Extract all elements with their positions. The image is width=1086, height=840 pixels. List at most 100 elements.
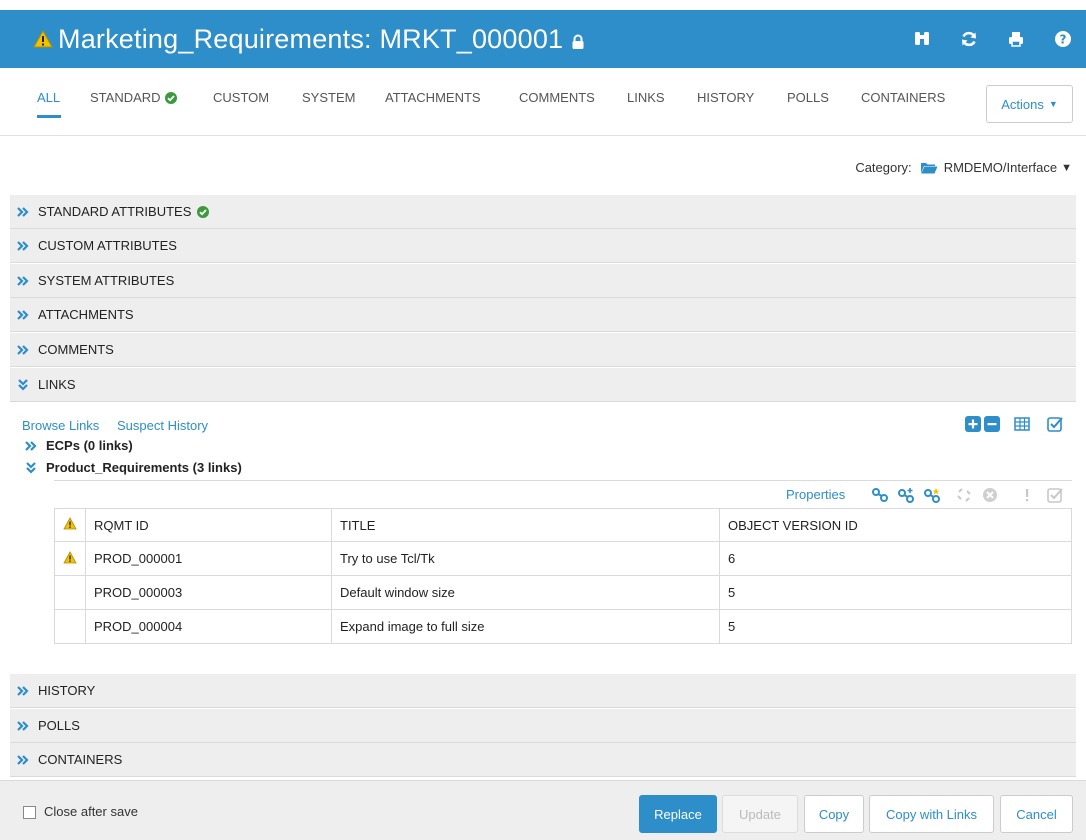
column-header[interactable]: RQMT ID bbox=[85, 508, 332, 542]
properties-link[interactable]: Properties bbox=[786, 487, 845, 502]
suspect-history-link[interactable]: Suspect History bbox=[117, 418, 208, 433]
section-comments[interactable]: COMMENTS bbox=[10, 333, 1076, 367]
table-view-icon[interactable] bbox=[1013, 416, 1031, 432]
replace-button[interactable]: Replace bbox=[639, 795, 717, 833]
link-group-ecps[interactable]: ECPs (0 links) bbox=[22, 438, 133, 453]
tab-label: SYSTEM bbox=[302, 90, 356, 105]
section-label: CONTAINERS bbox=[38, 752, 123, 767]
folder-open-icon bbox=[920, 161, 938, 174]
section-containers[interactable]: CONTAINERS bbox=[10, 743, 1076, 777]
double-chevron-right-icon bbox=[12, 344, 34, 356]
tab-custom[interactable]: CUSTOM bbox=[213, 90, 269, 105]
column-header[interactable]: TITLE bbox=[331, 508, 720, 542]
search-icon[interactable] bbox=[898, 10, 945, 68]
section-label: POLLS bbox=[38, 718, 80, 733]
tab-label: HISTORY bbox=[697, 90, 755, 105]
section-label: STANDARD ATTRIBUTES bbox=[38, 204, 192, 219]
remove-circle-icon bbox=[980, 486, 1000, 504]
section-label: CUSTOM ATTRIBUTES bbox=[38, 238, 177, 253]
tab-attachments[interactable]: ATTACHMENTS bbox=[385, 90, 481, 105]
title-cell: Try to use Tcl/Tk bbox=[331, 541, 720, 576]
copy-button[interactable]: Copy bbox=[804, 795, 864, 833]
print-icon[interactable] bbox=[992, 10, 1039, 68]
link-group-product-requirements[interactable]: Product_Requirements (3 links) bbox=[22, 460, 242, 475]
tab-system[interactable]: SYSTEM bbox=[302, 90, 355, 105]
button-label: Copy with Links bbox=[885, 806, 978, 822]
tab-history[interactable]: HISTORY bbox=[697, 90, 754, 105]
actions-label: Actions bbox=[1001, 96, 1044, 112]
section-history[interactable]: HISTORY bbox=[10, 674, 1076, 708]
tab-standard[interactable]: STANDARD bbox=[90, 90, 177, 107]
button-label: Copy bbox=[818, 806, 850, 822]
checkbox-select-icon[interactable] bbox=[1046, 416, 1064, 432]
check-circle-icon bbox=[164, 92, 177, 107]
section-label: SYSTEM ATTRIBUTES bbox=[38, 273, 175, 288]
double-chevron-right-icon bbox=[12, 685, 34, 697]
close-after-save-checkbox[interactable] bbox=[23, 806, 36, 819]
button-label: Replace bbox=[654, 806, 702, 822]
section-attachments[interactable]: ATTACHMENTS bbox=[10, 298, 1076, 332]
tab-containers[interactable]: CONTAINERS bbox=[861, 90, 945, 105]
link-icon[interactable] bbox=[870, 486, 890, 504]
section-polls[interactable]: POLLS bbox=[10, 709, 1076, 743]
column-header[interactable]: OBJECT VERSION ID bbox=[719, 508, 1072, 542]
link-group-label: ECPs (0 links) bbox=[46, 438, 133, 453]
tab-label: POLLS bbox=[787, 90, 829, 105]
unlink-icon bbox=[954, 486, 974, 504]
warning-icon bbox=[32, 28, 54, 50]
section-system-attributes[interactable]: SYSTEM ATTRIBUTES bbox=[10, 264, 1076, 298]
title-cell: Expand image to full size bbox=[331, 609, 720, 644]
tab-all[interactable]: ALL bbox=[37, 90, 61, 118]
link-add-icon[interactable] bbox=[896, 486, 916, 504]
section-links[interactable]: LINKS bbox=[10, 368, 1076, 402]
tab-comments[interactable]: COMMENTS bbox=[519, 90, 595, 105]
section-label: HISTORY bbox=[38, 683, 96, 698]
lock-icon bbox=[571, 34, 585, 50]
caret-down-icon: ▼ bbox=[1048, 99, 1058, 109]
double-chevron-right-icon bbox=[12, 275, 34, 287]
warning-cell bbox=[54, 609, 86, 644]
section-standard-attributes[interactable]: STANDARD ATTRIBUTES bbox=[10, 195, 1076, 229]
version-cell: 5 bbox=[719, 609, 1072, 644]
actions-button[interactable]: Actions ▼ bbox=[986, 85, 1073, 123]
button-label: Update bbox=[739, 806, 781, 822]
button-label: Cancel bbox=[1016, 806, 1057, 822]
section-label: ATTACHMENTS bbox=[38, 307, 134, 322]
tab-links[interactable]: LINKS bbox=[627, 90, 665, 105]
expand-all-icon[interactable] bbox=[964, 416, 982, 432]
double-chevron-down-icon bbox=[22, 461, 40, 475]
check-circle-icon bbox=[197, 205, 210, 218]
double-chevron-right-icon bbox=[22, 440, 40, 452]
help-icon[interactable]: ? bbox=[1039, 10, 1086, 68]
rqmt-id-cell: PROD_000003 bbox=[85, 575, 332, 610]
footer-bar: Close after save Replace Update Copy Cop… bbox=[0, 780, 1086, 840]
tab-label: STANDARD bbox=[90, 90, 161, 105]
section-label: LINKS bbox=[38, 377, 76, 392]
double-chevron-right-icon bbox=[12, 206, 34, 218]
double-chevron-right-icon bbox=[12, 754, 34, 766]
link-new-icon[interactable] bbox=[922, 486, 942, 504]
close-after-save-label[interactable]: Close after save bbox=[44, 804, 138, 819]
tab-label: ALL bbox=[37, 90, 61, 105]
refresh-icon[interactable] bbox=[945, 10, 992, 68]
collapse-all-icon[interactable] bbox=[983, 416, 1001, 432]
version-cell: 5 bbox=[719, 575, 1072, 610]
section-custom-attributes[interactable]: CUSTOM ATTRIBUTES bbox=[10, 229, 1076, 263]
divider bbox=[54, 480, 1072, 481]
table-row[interactable]: PROD_000001 Try to use Tcl/Tk 6 bbox=[54, 541, 1072, 576]
exclamation-icon bbox=[1020, 486, 1034, 504]
browse-links-link[interactable]: Browse Links bbox=[22, 418, 99, 433]
cancel-button[interactable]: Cancel bbox=[1000, 795, 1073, 833]
tab-bar: ALL STANDARD CUSTOM SYSTEM ATTACHMENTS C… bbox=[0, 68, 1086, 136]
category-value[interactable]: RMDEMO/Interface bbox=[944, 160, 1057, 175]
tab-label: CONTAINERS bbox=[861, 90, 946, 105]
category-selector: Category: RMDEMO/Interface ▼ bbox=[855, 160, 1072, 175]
table-row[interactable]: PROD_000004 Expand image to full size 5 bbox=[54, 609, 1072, 644]
table-row[interactable]: PROD_000003 Default window size 5 bbox=[54, 575, 1072, 610]
copy-with-links-button[interactable]: Copy with Links bbox=[869, 795, 994, 833]
caret-down-icon[interactable]: ▼ bbox=[1061, 162, 1072, 174]
tab-polls[interactable]: POLLS bbox=[787, 90, 829, 105]
rqmt-id-cell: PROD_000004 bbox=[85, 609, 332, 644]
title-bar: Marketing_Requirements: MRKT_000001 ? bbox=[0, 10, 1086, 68]
category-label: Category: bbox=[855, 160, 912, 175]
